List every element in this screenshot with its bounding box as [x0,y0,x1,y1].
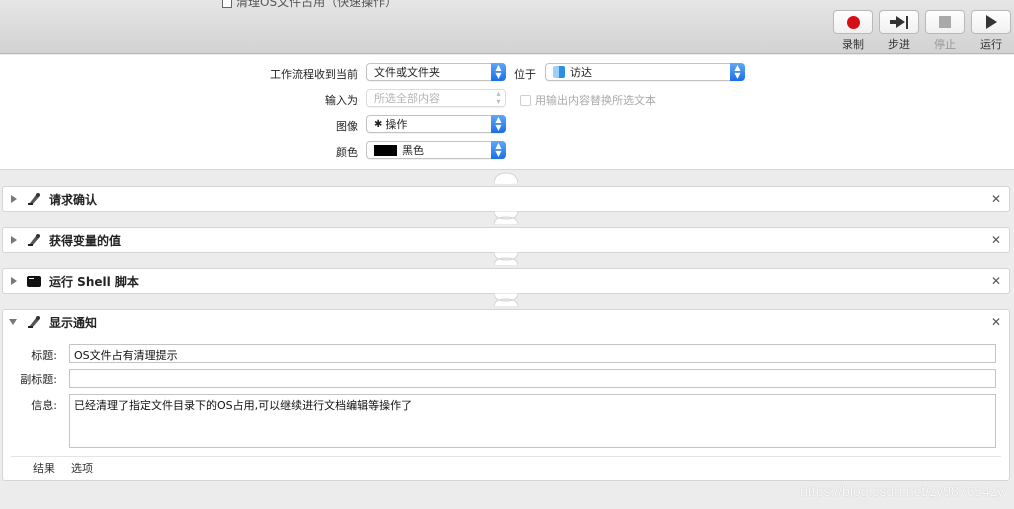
connector-icon [494,211,518,225]
action-title: 运行 Shell 脚本 [49,274,139,289]
record-icon [846,15,860,29]
workflow-settings: 工作流程收到当前 文件或文件夹 ▲ ▼ 位于 访达 ▲ ▼ 输入为 所选全部内容 ▴… [0,55,1014,170]
step-button[interactable] [879,10,919,34]
window-title: 清理OS文件占用（快速操作） [222,0,397,10]
replace-checkbox-label: 用输出内容替换所选文本 [535,94,656,107]
automator-robot-icon [27,233,41,247]
location-label: 位于 [514,68,536,81]
action-title: 获得变量的值 [49,233,122,248]
chevron-updown-icon: ▲ ▼ [491,63,506,81]
receives-value: 文件或文件夹 [374,66,440,79]
step-label: 步进 [888,38,910,51]
terminal-icon [27,274,41,288]
stop-button[interactable] [925,10,965,34]
close-icon[interactable]: ✕ [991,233,1001,247]
action-get-variable-value[interactable]: 获得变量的值 ✕ [2,227,1010,253]
connector-icon [494,252,518,266]
automator-robot-icon [27,192,41,206]
watermark: https://blog.csdn.net/zy987654zy [800,483,1004,499]
play-icon [985,15,997,29]
workflow-receives-label: 工作流程收到当前 [270,68,358,81]
notification-message-field[interactable]: 已经清理了指定文件目录下的OS占用,可以继续进行文档编辑等操作了 [69,394,996,448]
location-value: 访达 [570,66,592,79]
action-title: 显示通知 [49,315,98,330]
disclosure-triangle-icon[interactable] [11,236,17,244]
action-footer-tabs: 结果 选项 [11,456,1001,478]
run-label: 运行 [980,38,1002,51]
close-icon[interactable]: ✕ [991,192,1001,206]
receives-popup[interactable]: 文件或文件夹 ▲ ▼ [366,63,506,81]
window-title-text: 清理OS文件占用（快速操作） [236,0,398,9]
action-run-shell-script[interactable]: 运行 Shell 脚本 ✕ [2,268,1010,294]
automator-robot-icon [27,315,41,329]
step-icon [890,15,908,29]
location-popup[interactable]: 访达 ▲ ▼ [545,63,745,81]
color-value: 黑色 [402,144,424,157]
replace-output-option[interactable]: 用输出内容替换所选文本 [520,92,656,108]
tab-results[interactable]: 结果 [33,460,55,476]
image-popup[interactable]: ✱ 操作 ▲ ▼ [366,115,506,133]
chevron-updown-icon: ▴ ▾ [496,89,501,106]
document-icon [222,0,232,8]
workflow-actions: 请求确认 ✕ 获得变量的值 ✕ 运行 Shell 脚本 ✕ 显示通知 ✕ 标题:… [0,171,1014,509]
gear-icon: ✱ [374,118,383,130]
close-icon[interactable]: ✕ [991,315,1001,329]
action-display-notification[interactable]: 显示通知 ✕ 标题: OS文件占有清理提示 副标题: 信息: 已经清理了指定文件… [2,309,1010,481]
image-value: 操作 [385,118,408,131]
notification-subtitle-field[interactable] [69,369,996,388]
run-button[interactable] [971,10,1011,34]
input-as-value: 所选全部内容 [374,92,440,105]
stop-icon [939,16,951,28]
toolbar: 清理OS文件占用（快速操作） 录制 步进 停止 运行 [0,0,1014,54]
action-title: 请求确认 [49,192,98,207]
replace-checkbox[interactable] [520,94,531,106]
notification-message-label: 信息: [31,399,57,412]
disclosure-triangle-icon[interactable] [9,319,17,325]
chevron-updown-icon: ▲ ▼ [491,141,506,159]
chevron-updown-icon: ▲ ▼ [491,115,506,133]
connector-icon [494,172,518,185]
stop-label: 停止 [934,38,956,51]
chevron-updown-icon: ▲ ▼ [730,63,745,81]
disclosure-triangle-icon[interactable] [11,195,17,203]
color-popup[interactable]: 黑色 ▲ ▼ [366,141,506,159]
finder-icon [553,66,565,78]
action-request-confirmation[interactable]: 请求确认 ✕ [2,186,1010,212]
record-label: 录制 [842,38,864,51]
notification-title-field[interactable]: OS文件占有清理提示 [69,344,996,363]
notification-title-label: 标题: [31,349,57,362]
color-label: 颜色 [336,146,358,159]
input-as-label: 输入为 [325,94,358,107]
record-button[interactable] [833,10,873,34]
image-label: 图像 [336,120,358,133]
connector-icon [494,293,518,307]
notification-subtitle-label: 副标题: [20,373,57,386]
disclosure-triangle-icon[interactable] [11,277,17,285]
input-as-popup[interactable]: 所选全部内容 ▴ ▾ [366,89,506,107]
close-icon[interactable]: ✕ [991,274,1001,288]
tab-options[interactable]: 选项 [71,460,93,476]
color-swatch [374,144,397,156]
